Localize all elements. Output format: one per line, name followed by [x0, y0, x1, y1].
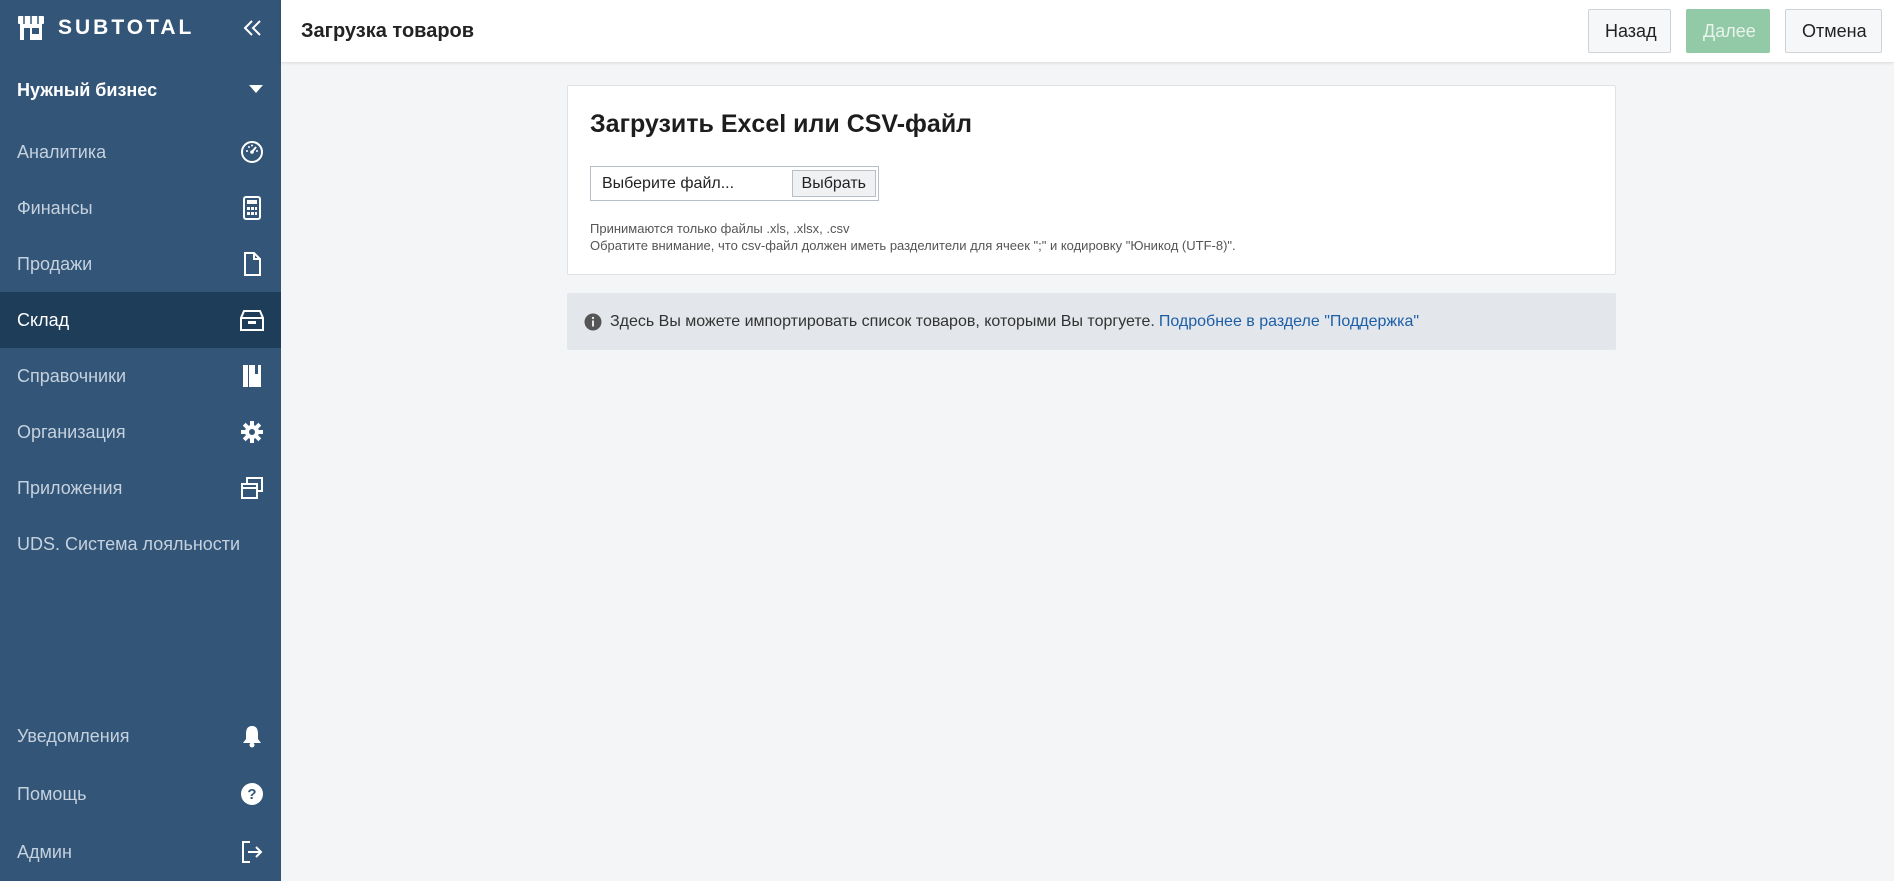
book-icon — [239, 363, 265, 389]
upload-title: Загрузить Excel или CSV-файл — [590, 110, 973, 138]
sidebar-item-finance[interactable]: Финансы — [0, 180, 281, 236]
cancel-button[interactable]: Отмена — [1785, 9, 1882, 53]
collapse-sidebar-button[interactable] — [241, 16, 265, 40]
caret-down-icon — [248, 81, 264, 99]
support-link[interactable]: Подробнее в разделе "Поддержка" — [1159, 313, 1419, 331]
choose-file-button[interactable]: Выбрать — [791, 170, 876, 197]
back-button[interactable]: Назад — [1588, 9, 1671, 53]
sidebar-item-references[interactable]: Справочники — [0, 348, 281, 404]
sidebar-item-label: Приложения — [17, 477, 123, 498]
info-banner: Здесь Вы можете импортировать список тов… — [567, 293, 1616, 350]
sidebar-item-label: Аналитика — [17, 141, 107, 162]
top-header: Загрузка товаров Назад Далее Отмена — [281, 0, 1894, 62]
store-icon — [16, 13, 46, 43]
hint-formats: Принимаются только файлы .xls, .xlsx, .c… — [590, 221, 850, 236]
business-selector[interactable]: Нужный бизнес — [0, 56, 281, 124]
sidebar-item-admin[interactable]: Админ — [0, 823, 281, 881]
brand-name: SUBTOTAL — [58, 16, 195, 39]
sidebar-item-warehouse[interactable]: Склад — [0, 292, 281, 348]
info-icon — [583, 312, 602, 331]
svg-text:?: ? — [247, 786, 256, 803]
upload-card: Загрузить Excel или CSV-файл Выберите фа… — [567, 85, 1616, 275]
sidebar-item-label: Админ — [17, 841, 72, 862]
bell-icon — [239, 723, 265, 749]
business-name: Нужный бизнес — [17, 79, 158, 100]
sidebar-item-sales[interactable]: Продажи — [0, 236, 281, 292]
sidebar-item-label: Уведомления — [17, 725, 130, 746]
sidebar-item-label: Помощь — [17, 783, 87, 804]
sidebar-item-label: Финансы — [17, 197, 93, 218]
logout-icon — [239, 839, 265, 865]
sidebar-item-label: Справочники — [17, 365, 127, 386]
sidebar-item-organization[interactable]: Организация — [0, 404, 281, 460]
upload-hint: Принимаются только файлы .xls, .xlsx, .c… — [590, 220, 1236, 254]
sidebar-item-label: Продажи — [17, 253, 93, 274]
info-text: Здесь Вы можете импортировать список тов… — [610, 312, 1155, 330]
sidebar-item-help[interactable]: Помощь ? — [0, 765, 281, 823]
file-picker[interactable]: Выберите файл... Выбрать — [590, 166, 879, 201]
sidebar-item-analytics[interactable]: Аналитика — [0, 124, 281, 180]
document-icon — [239, 251, 265, 277]
sidebar-item-label: Склад — [17, 309, 70, 330]
page-title: Загрузка товаров — [301, 19, 475, 42]
double-chevron-left-icon — [243, 20, 261, 36]
calculator-icon — [239, 195, 265, 221]
sidebar: SUBTOTAL Нужный бизнес Аналитика Финансы… — [0, 0, 281, 881]
gear-icon — [239, 419, 265, 445]
logo-row: SUBTOTAL — [0, 0, 281, 56]
sidebar-item-uds-loyalty[interactable]: UDS. Система лояльности — [0, 516, 281, 572]
sidebar-item-notifications[interactable]: Уведомления — [0, 707, 281, 765]
box-icon — [239, 307, 265, 333]
help-icon: ? — [239, 781, 265, 807]
sidebar-item-label: UDS. Система лояльности — [17, 533, 241, 554]
sidebar-bottom: Уведомления Помощь ? Админ — [0, 707, 281, 881]
file-name-field[interactable]: Выберите файл... — [591, 175, 792, 193]
sidebar-item-label: Организация — [17, 421, 126, 442]
next-button[interactable]: Далее — [1686, 9, 1770, 53]
sidebar-item-apps[interactable]: Приложения — [0, 460, 281, 516]
hint-csv-note: Обратите внимание, что csv-файл должен и… — [590, 238, 1236, 253]
windows-icon — [239, 475, 265, 501]
gauge-icon — [239, 139, 265, 165]
